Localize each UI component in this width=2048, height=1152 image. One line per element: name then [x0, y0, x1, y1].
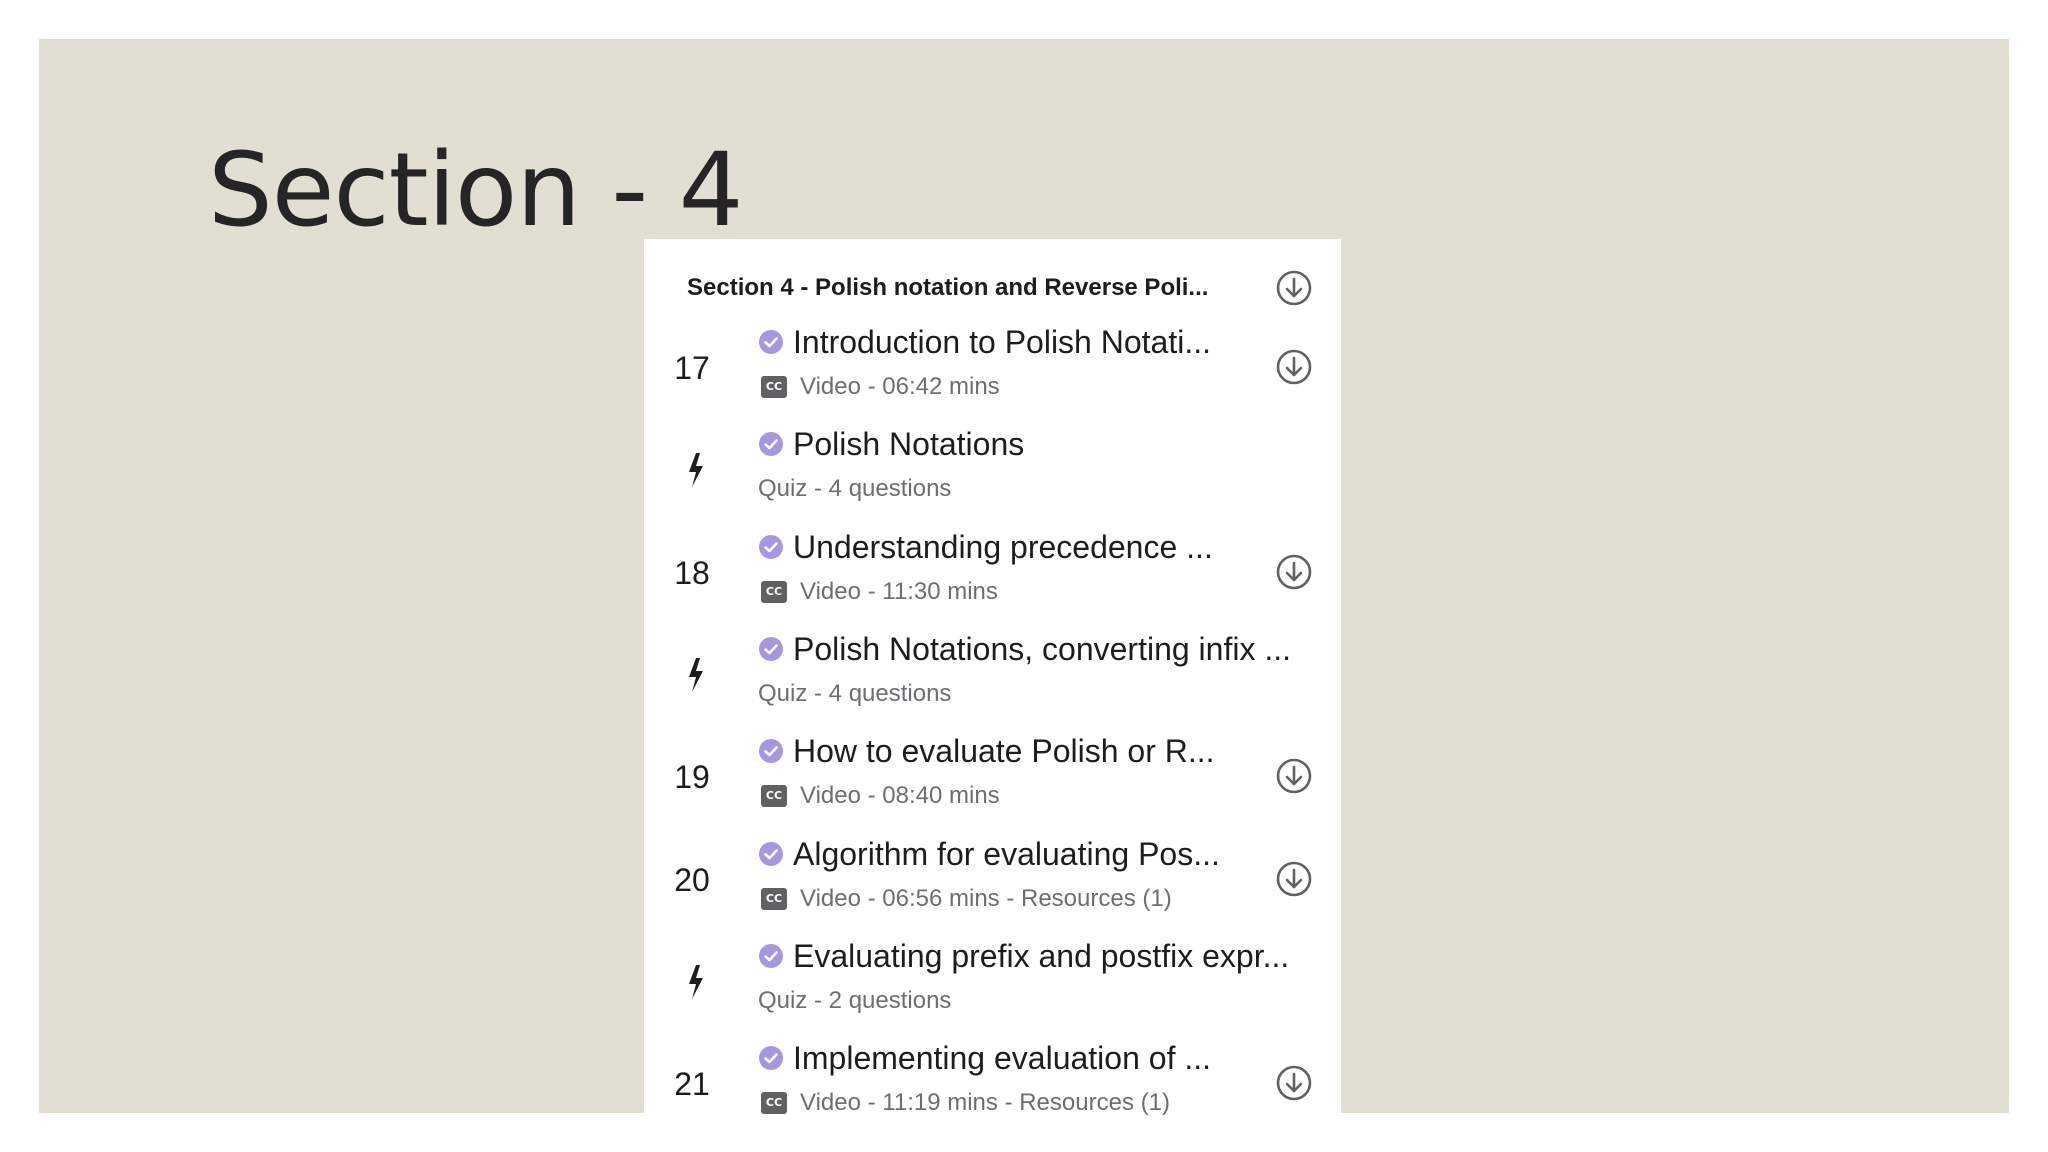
lecture-number: 18 [674, 555, 710, 591]
lecture-number: 19 [674, 759, 710, 795]
lecture-number: 20 [674, 862, 710, 898]
download-circle-icon[interactable] [1275, 860, 1313, 898]
lecture-meta: Quiz - 2 questions [758, 987, 952, 1014]
check-circle-icon[interactable] [758, 329, 784, 355]
lecture-meta: Video - 11:30 mins [800, 578, 998, 605]
curriculum-panel: Section 4 - Polish notation and Reverse … [644, 239, 1341, 1150]
download-circle-icon[interactable] [1275, 348, 1313, 386]
lecture-meta: Video - 11:19 mins - Resources (1) [800, 1089, 1170, 1116]
section-download-icon[interactable] [1275, 269, 1313, 307]
slide-title: Section - 4 [208, 131, 744, 250]
lecture-item[interactable]: 17 Introduction to Polish Notati... CC Vide… [644, 316, 1341, 418]
quiz-item[interactable]: Polish Notations Quiz - 4 questions [644, 418, 1341, 520]
lightning-bolt-icon [685, 964, 707, 1000]
closed-captions-glyph: CC [765, 789, 783, 802]
lecture-title[interactable]: Implementing evaluation of ... [793, 1038, 1238, 1078]
lecture-number: 17 [674, 350, 710, 386]
lecture-item[interactable]: 20 Algorithm for evaluating Pos... CC Video… [644, 828, 1341, 930]
lecture-title[interactable]: Polish Notations [793, 424, 1323, 464]
lightning-bolt-icon [685, 452, 707, 488]
closed-captions-glyph: CC [765, 380, 783, 393]
lecture-item[interactable]: 18 Understanding precedence ... CC Video - … [644, 521, 1341, 623]
closed-captions-icon: CC [761, 1092, 787, 1114]
lecture-title[interactable]: Polish Notations, converting infix ... [793, 629, 1323, 669]
lightning-bolt-icon [685, 657, 707, 693]
lecture-item[interactable]: 19 How to evaluate Polish or R... CC Video … [644, 725, 1341, 827]
lecture-number: 21 [674, 1066, 710, 1102]
quiz-item[interactable]: Evaluating prefix and postfix expr... Qui… [644, 930, 1341, 1032]
check-circle-icon[interactable] [758, 738, 784, 764]
closed-captions-icon: CC [761, 785, 787, 807]
lecture-title[interactable]: How to evaluate Polish or R... [793, 731, 1238, 771]
slide: Section - 4 Section 4 - Polish notation … [39, 39, 2009, 1150]
download-circle-icon[interactable] [1275, 1064, 1313, 1102]
lecture-meta: Quiz - 4 questions [758, 475, 952, 502]
lecture-meta: Video - 06:56 mins - Resources (1) [800, 885, 1172, 912]
download-circle-icon[interactable] [1275, 757, 1313, 795]
closed-captions-icon: CC [761, 888, 787, 910]
lecture-title[interactable]: Introduction to Polish Notati... [793, 322, 1238, 362]
section-header-title: Section 4 - Polish notation and Reverse … [687, 274, 1209, 301]
lecture-meta: Quiz - 4 questions [758, 680, 952, 707]
closed-captions-glyph: CC [765, 1096, 783, 1109]
lecture-title[interactable]: Understanding precedence ... [793, 527, 1238, 567]
lecture-meta: Video - 08:40 mins [800, 782, 1000, 809]
check-circle-icon[interactable] [758, 534, 784, 560]
closed-captions-icon: CC [761, 581, 787, 603]
check-circle-icon[interactable] [758, 636, 784, 662]
lecture-meta: Video - 06:42 mins [800, 373, 1000, 400]
check-circle-icon[interactable] [758, 431, 784, 457]
check-circle-icon[interactable] [758, 1045, 784, 1071]
closed-captions-glyph: CC [765, 585, 783, 598]
check-circle-icon[interactable] [758, 943, 784, 969]
lecture-title[interactable]: Algorithm for evaluating Pos... [793, 834, 1238, 874]
quiz-item[interactable]: Polish Notations, converting infix ... Qu… [644, 623, 1341, 725]
lecture-item[interactable]: 21 Implementing evaluation of ... CC Video … [644, 1032, 1341, 1134]
check-circle-icon[interactable] [758, 841, 784, 867]
download-circle-icon[interactable] [1275, 553, 1313, 591]
closed-captions-glyph: CC [765, 892, 783, 905]
closed-captions-icon: CC [761, 376, 787, 398]
lecture-title[interactable]: Evaluating prefix and postfix expr... [793, 936, 1323, 976]
section-header[interactable]: Section 4 - Polish notation and Reverse … [687, 255, 1327, 315]
